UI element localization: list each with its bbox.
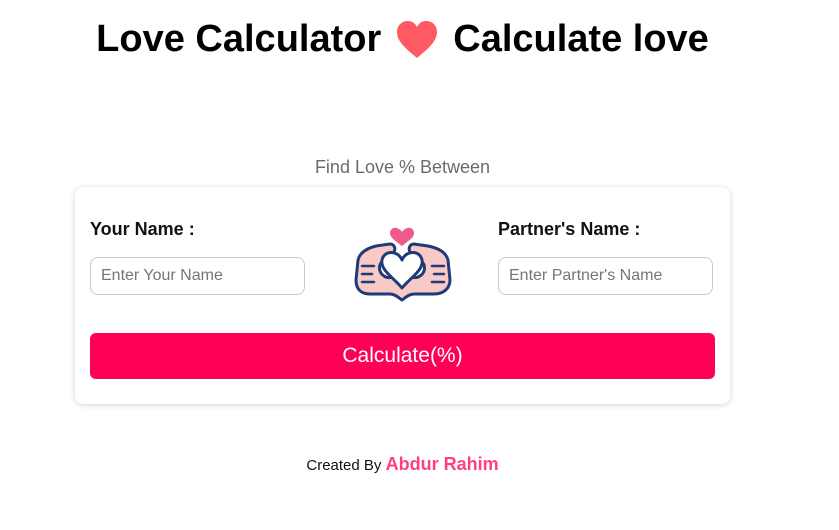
subtitle: Find Love % Between: [314, 157, 491, 177]
heart-icon: [397, 20, 438, 58]
title-left: Love Calculator: [96, 18, 382, 60]
title-right: Calculate love: [453, 18, 709, 60]
your-name-label: Your Name :: [90, 219, 195, 239]
author-link[interactable]: Abdur Rahim: [386, 454, 499, 474]
created-by-text: Created By: [306, 457, 382, 474]
page-title: Love Calculator Calculate love: [0, 18, 805, 61]
calculate-button[interactable]: Calculate(%): [90, 333, 715, 379]
partner-name-label: Partner's Name :: [498, 219, 641, 239]
calculator-card: Your Name : Partner's Name : Calculate(%…: [75, 187, 730, 404]
heart-hands-icon: [354, 227, 452, 302]
partner-name-input[interactable]: [498, 257, 713, 295]
your-name-input[interactable]: [90, 257, 305, 295]
footer: Created By Abdur Rahim: [0, 454, 805, 475]
